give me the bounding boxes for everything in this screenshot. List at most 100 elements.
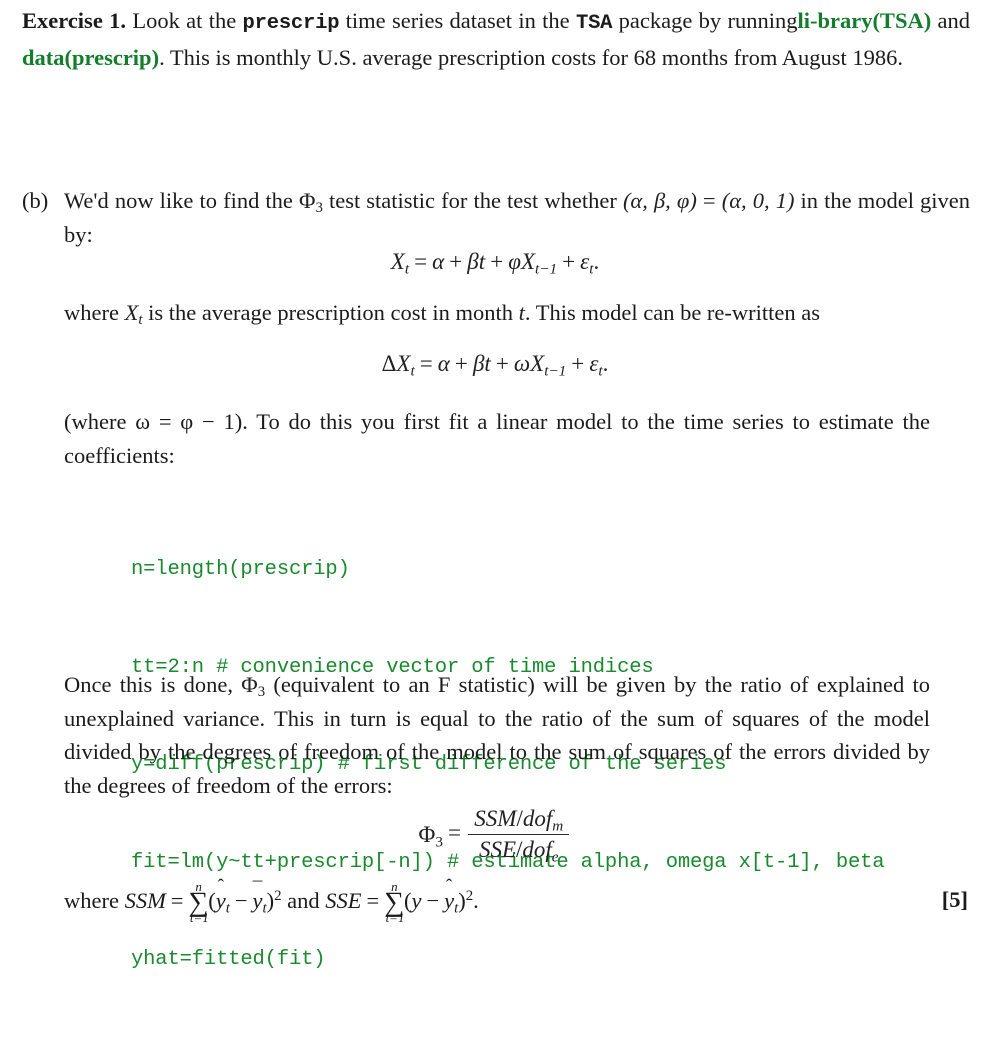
eq-model-xlag-sub: t−1 <box>535 260 558 278</box>
exercise-text-1: Look at the <box>132 8 237 33</box>
marks-badge: [5] <box>941 887 968 912</box>
paragraph-where-xt: where Xt is the average prescription cos… <box>64 296 930 330</box>
sum-lower-sse: t=1 <box>385 910 405 926</box>
sum-upper-sse: n <box>391 878 398 894</box>
exercise-text-4: and <box>937 8 971 33</box>
phi3-lhs: Φ <box>418 821 436 847</box>
eq-diff-lhs: X <box>396 351 411 376</box>
eq-diff-alpha: α <box>437 351 450 376</box>
item-b-text-before: We'd now like to find the <box>64 188 293 213</box>
eq-diff-plus-1: + <box>454 351 468 376</box>
ssm-bar-accent: ¯ <box>252 878 263 900</box>
where-ssm-label: where <box>64 888 119 914</box>
eq-diff-t: t <box>484 351 491 376</box>
eq-diff-equals: = <box>419 351 433 376</box>
code-line-1: n=length(prescrip) <box>131 558 350 581</box>
ssm-ybar-group: ¯ y <box>253 879 263 914</box>
eq-diff-plus-2: + <box>495 351 509 376</box>
eq-model-plus-3: + <box>562 249 576 274</box>
summation-operator-ssm: ∑ n t=1 <box>188 879 208 925</box>
where-sse-equals: = <box>366 888 380 914</box>
where-ssm-equals: = <box>170 888 184 914</box>
where-xt-var: Xt <box>124 300 143 329</box>
link-library-tsa-part2[interactable]: brary(TSA) <box>817 8 931 33</box>
eq-model-plus-2: + <box>490 249 504 274</box>
where-xt-before: where <box>64 300 119 325</box>
eq-model-equals: = <box>414 249 428 274</box>
where-line-period: . <box>473 888 479 914</box>
ssm-paren-close: ) <box>266 888 275 914</box>
equation-phi3-fraction: Φ3 = SSM/dofm SSE/dofe <box>0 806 990 866</box>
ssm-power: 2 <box>274 888 282 904</box>
eq-model-lhs: X <box>390 249 405 274</box>
exercise-statement: Exercise 1. Look at the prescrip time se… <box>22 4 970 74</box>
sse-paren-close: ) <box>458 888 466 914</box>
eq-diff-xlag: X <box>530 351 545 376</box>
phi3-fraction: SSM/dofm SSE/dofe <box>468 806 570 866</box>
sum-upper-ssm: n <box>195 878 202 894</box>
sse-power: 2 <box>465 888 474 904</box>
exercise-text-2: time series dataset in the <box>345 8 570 33</box>
phi3-lhs-sub: 3 <box>435 832 443 850</box>
list-item-b: (b) We'd now like to find the Φ3 test st… <box>22 184 970 251</box>
summation-operator-sse: ∑ n t=1 <box>384 879 404 925</box>
eq-diff-delta: Δ <box>381 351 397 376</box>
phi3-num-dof: dof <box>522 806 553 831</box>
eq-model-period: . <box>593 249 600 274</box>
equation-model: Xt = α + βt + φXt−1 + εt. <box>0 249 990 278</box>
exercise-heading: Exercise 1. <box>22 8 126 33</box>
phi3-equals: = <box>447 819 461 845</box>
eq-model-alpha: α <box>432 249 445 274</box>
exercise-text-5: . This is monthly U.S. average prescript… <box>159 44 903 70</box>
phi3-den-dof-sub: e <box>551 848 559 866</box>
item-marker-b: (b) <box>22 188 49 213</box>
where-and: and <box>287 888 320 914</box>
ssm-hat-accent: ˆ <box>217 876 224 898</box>
paragraph-where-ssm-sse: where SSM = ∑ n t=1(ˆ yt − ¯ yt)2 and SSE = ∑ n t=1(… <box>64 876 479 925</box>
eq-model-beta: β <box>467 249 479 274</box>
ssm-yhat-group: ˆy <box>216 876 226 914</box>
link-library-tsa-part1[interactable]: li- <box>797 8 817 33</box>
link-data-prescrip[interactable]: data(prescrip) <box>22 45 159 70</box>
eq-diff-xlag-sub: t−1 <box>544 362 567 380</box>
sse-paren-open: ( <box>404 888 412 914</box>
phi3-num-dof-sub: m <box>552 817 564 835</box>
eq-model-phi: φ <box>508 249 521 274</box>
where-sse: SSE <box>325 888 362 914</box>
phi3-denominator: SSE/dofe <box>468 835 569 866</box>
phi3-numerator: SSM/dofm <box>468 806 570 835</box>
sse-yhat-group: ˆy <box>444 876 454 914</box>
sse-y-var: y <box>411 888 422 914</box>
eq-diff-omega: ω <box>513 351 531 376</box>
ssm-paren-open: ( <box>208 888 216 914</box>
phi3-lhs-group: Φ3 <box>418 821 443 850</box>
eq-diff-plus-3: + <box>571 351 585 376</box>
code-line-5: yhat=fitted(fit) <box>131 948 326 971</box>
paragraph-once-done: Once this is done, Φ3 (equivalent to an … <box>64 668 930 802</box>
phi3-symbol-inline: Φ3 <box>299 188 323 217</box>
phi3-den-sse: SSE <box>478 837 517 862</box>
eq-model-plus-1: + <box>449 249 463 274</box>
eq-diff-beta: β <box>472 351 485 376</box>
inline-code-tsa: TSA <box>575 12 613 35</box>
item-b-body: We'd now like to find the Φ3 test statis… <box>64 184 970 251</box>
where-xt-mid: is the average prescription cost in mont… <box>148 300 513 325</box>
ssm-minus: − <box>234 888 248 914</box>
equation-difference: ΔXt = α + βt + ωXt−1 + εt. <box>0 351 990 380</box>
where-xt-after: . This model can be re-written as <box>524 300 821 325</box>
paragraph-where-omega: (where ω = φ − 1). To do this you first … <box>64 409 930 468</box>
once-done-before: Once this is done, <box>64 672 234 697</box>
parameter-tuple-left: (α, β, φ) <box>622 188 697 213</box>
sse-hat-accent: ˆ <box>445 876 453 898</box>
tuple-equals: = <box>702 188 716 213</box>
phi3-den-dof: dof <box>522 837 552 862</box>
item-b-text-mid: test statistic for the test whether <box>328 188 617 213</box>
exercise-text-3: package by running <box>618 8 798 33</box>
phi3-num-ssm: SSM <box>474 806 517 831</box>
eq-model-epsilon: ε <box>580 249 590 274</box>
phi3-symbol-once: Φ3 <box>241 672 266 701</box>
document-page: Exercise 1. Look at the prescrip time se… <box>0 0 990 971</box>
sum-lower-ssm: t=1 <box>189 910 209 926</box>
sse-minus: − <box>426 888 440 914</box>
inline-code-prescrip: prescrip <box>242 12 340 35</box>
